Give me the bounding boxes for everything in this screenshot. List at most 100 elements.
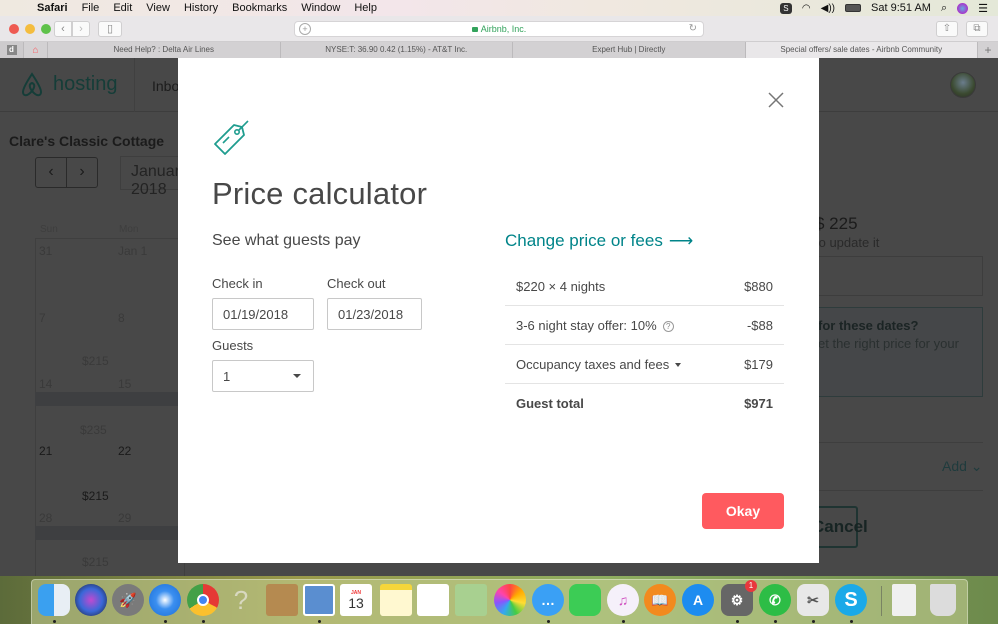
user-avatar[interactable] — [950, 72, 976, 98]
guests-select[interactable]: 1 — [212, 360, 314, 392]
whatsapp-icon[interactable]: ✆ — [759, 584, 791, 616]
spotlight-icon[interactable]: ⌕ — [941, 2, 947, 15]
running-indicator — [622, 620, 625, 623]
new-tab-button[interactable]: + — [978, 42, 998, 58]
tab-airbnb-community[interactable]: Special offers/ sale dates - Airbnb Comm… — [745, 42, 978, 58]
calendar-next-button[interactable]: › — [66, 157, 98, 188]
dock: 🚀 ? JAN 13 … ♫ 📖 A ⚙ 1 ✆ ✂ S — [31, 579, 968, 624]
calendar-day[interactable]: 21 — [39, 444, 52, 458]
photos-icon[interactable] — [494, 584, 526, 616]
messages-icon[interactable]: … — [532, 584, 564, 616]
running-indicator — [164, 620, 167, 623]
caret-down-icon[interactable] — [675, 363, 682, 367]
menu-edit[interactable]: Edit — [113, 2, 132, 14]
launchpad-icon[interactable]: 🚀 — [112, 584, 144, 616]
close-icon[interactable] — [766, 90, 786, 110]
calendar-day[interactable]: Jan 1 — [118, 244, 147, 258]
siri-icon[interactable] — [75, 584, 107, 616]
back-button[interactable]: ‹ — [54, 21, 72, 37]
notes-icon[interactable] — [380, 584, 412, 616]
okay-button[interactable]: Okay — [702, 493, 784, 529]
zoom-window-button[interactable] — [41, 24, 51, 34]
sidebar-toggle-button[interactable]: ▯ — [98, 21, 122, 37]
address-bar[interactable]: + Airbnb, Inc. ↻ — [294, 21, 704, 37]
tab-att[interactable]: NYSE:T: 36.90 0.42 (1.15%) - AT&T Inc. — [281, 42, 513, 58]
battery-icon[interactable] — [845, 4, 862, 12]
add-dropdown[interactable]: Add ⌄ — [942, 458, 983, 475]
finder-icon[interactable] — [38, 584, 70, 616]
change-price-link[interactable]: Change price or fees ⟶ — [505, 231, 693, 251]
calendar-day[interactable]: 8 — [118, 311, 125, 325]
running-indicator — [53, 620, 56, 623]
wifi-icon[interactable]: ◠ — [802, 3, 811, 14]
breakdown-row-taxes[interactable]: Occupancy taxes and fees $179 — [505, 345, 784, 384]
share-button[interactable]: ⇧ — [936, 21, 958, 37]
trash-icon[interactable] — [930, 584, 956, 616]
divider — [815, 442, 983, 443]
safari-icon[interactable] — [149, 584, 181, 616]
help-icon[interactable]: ? — [662, 321, 674, 332]
skype-icon[interactable]: S — [835, 584, 867, 616]
menu-history[interactable]: History — [184, 2, 218, 14]
special-offer-stripe — [35, 392, 185, 406]
lock-icon — [471, 27, 478, 32]
system-preferences-icon[interactable]: ⚙ 1 — [721, 580, 757, 616]
tab-bar: d ⌂ Need Help? : Delta Air Lines NYSE:T:… — [0, 42, 998, 58]
calendar-prev-button[interactable]: ‹ — [35, 157, 67, 188]
running-indicator — [850, 620, 853, 623]
menu-help[interactable]: Help — [354, 2, 377, 14]
calendar-day[interactable]: 15 — [118, 377, 131, 391]
add-bookmark-icon[interactable]: + — [299, 23, 311, 35]
tip-title: for these dates? — [818, 318, 919, 333]
reload-icon[interactable]: ↻ — [689, 22, 697, 36]
menu-window[interactable]: Window — [301, 2, 340, 14]
show-tabs-button[interactable]: ⧉ — [966, 21, 988, 37]
hosting-logo-text[interactable]: hosting — [53, 73, 118, 96]
forward-button[interactable]: › — [72, 21, 90, 37]
price-input[interactable] — [815, 256, 983, 296]
chrome-icon[interactable] — [187, 584, 219, 616]
reminders-icon[interactable] — [417, 584, 449, 616]
menu-file[interactable]: File — [82, 2, 100, 14]
calendar-day[interactable]: 29 — [118, 511, 131, 525]
tab-expert-hub[interactable]: Expert Hub | Directly — [513, 42, 746, 58]
airbnb-logo-icon[interactable] — [20, 72, 44, 98]
minimize-window-button[interactable] — [25, 24, 35, 34]
tab-delta[interactable]: Need Help? : Delta Air Lines — [48, 42, 281, 58]
clock[interactable]: Sat 9:51 AM — [871, 2, 931, 14]
itunes-icon[interactable]: ♫ — [607, 584, 639, 616]
notification-center-icon[interactable]: ☰ — [978, 2, 988, 15]
menu-bookmarks[interactable]: Bookmarks — [232, 2, 287, 14]
contacts-icon[interactable] — [266, 584, 298, 616]
running-indicator — [318, 620, 321, 623]
grab-icon[interactable]: ✂ — [797, 584, 829, 616]
calendar-day[interactable]: 31 — [39, 244, 52, 258]
calendar-day[interactable]: 22 — [118, 444, 131, 458]
calendar-price: $215 — [82, 354, 109, 368]
calendar-icon[interactable]: JAN 13 — [340, 584, 372, 616]
facetime-icon[interactable] — [569, 584, 601, 616]
check-in-input[interactable]: 01/19/2018 — [212, 298, 314, 330]
question-mark-icon[interactable]: ? — [225, 584, 257, 616]
skype-icon[interactable]: S — [779, 2, 792, 14]
menu-view[interactable]: View — [146, 2, 170, 14]
guests-value: 1 — [223, 369, 231, 384]
pinned-tab-airbnb[interactable]: ⌂ — [24, 42, 48, 58]
check-out-input[interactable]: 01/23/2018 — [327, 298, 422, 330]
app-store-icon[interactable]: A — [682, 584, 714, 616]
downloads-stack-icon[interactable] — [892, 584, 916, 616]
ibooks-icon[interactable]: 📖 — [644, 584, 676, 616]
pinned-tab-directly[interactable]: d — [0, 42, 24, 58]
calendar-day[interactable]: 7 — [39, 311, 46, 325]
price-tag-icon — [214, 120, 249, 155]
close-window-button[interactable] — [9, 24, 19, 34]
calendar-day[interactable]: 14 — [39, 377, 52, 391]
pricing-tip-box: for these dates? et the right price for … — [815, 307, 983, 397]
volume-icon[interactable]: ◀)) — [821, 3, 835, 14]
menu-app-name[interactable]: Safari — [37, 2, 68, 14]
calendar-price: $215 — [82, 555, 109, 569]
maps-icon[interactable] — [455, 584, 487, 616]
calendar-day[interactable]: 28 — [39, 511, 52, 525]
siri-icon[interactable] — [957, 2, 969, 14]
mail-icon[interactable] — [303, 584, 335, 616]
